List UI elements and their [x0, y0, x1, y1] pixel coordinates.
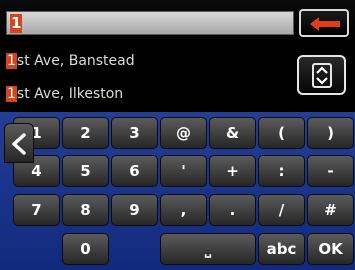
- key[interactable]: +: [209, 155, 256, 187]
- key[interactable]: &: [209, 117, 256, 149]
- chevron-up-down-icon: [316, 66, 328, 85]
- key[interactable]: @: [160, 117, 207, 149]
- key[interactable]: ': [160, 155, 207, 187]
- key[interactable]: 2: [62, 117, 109, 149]
- space-key[interactable]: ⎵: [160, 233, 256, 265]
- abc-key[interactable]: abc: [258, 233, 305, 265]
- scroll-frame: [312, 63, 332, 88]
- key[interactable]: -: [307, 155, 354, 187]
- result-item[interactable]: 1st Ave, Banstead: [6, 49, 276, 73]
- result-label: st Ave, Banstead: [16, 53, 135, 69]
- results-list: 1st Ave, Banstead 1st Ave, Ilkeston: [0, 44, 355, 112]
- ok-button[interactable]: OK: [307, 233, 354, 265]
- key[interactable]: 6: [111, 155, 158, 187]
- result-match: 1: [6, 86, 17, 102]
- back-button[interactable]: [4, 123, 34, 163]
- key[interactable]: 5: [62, 155, 109, 187]
- search-input[interactable]: 1: [6, 11, 294, 35]
- left-arrow-icon: [310, 17, 340, 31]
- key[interactable]: 9: [111, 194, 158, 226]
- search-bar: 1: [0, 0, 355, 44]
- key[interactable]: (: [258, 117, 305, 149]
- key[interactable]: #: [307, 194, 354, 226]
- result-label: st Ave, Ilkeston: [16, 86, 124, 102]
- typed-text: 1: [10, 14, 23, 33]
- result-match: 1: [6, 53, 17, 69]
- key[interactable]: 7: [13, 194, 60, 226]
- key[interactable]: :: [258, 155, 305, 187]
- chevron-left-icon: [12, 133, 26, 155]
- backspace-button[interactable]: [299, 9, 349, 37]
- key[interactable]: 8: [62, 194, 109, 226]
- key[interactable]: ): [307, 117, 354, 149]
- scroll-button[interactable]: [297, 55, 346, 95]
- key[interactable]: .: [209, 194, 256, 226]
- key[interactable]: ,: [160, 194, 207, 226]
- key[interactable]: /: [258, 194, 305, 226]
- key[interactable]: 3: [111, 117, 158, 149]
- keyboard: 1 2 3 @ & ( ) 4 5 6 ' + : - 7 8 9 , . / …: [0, 112, 355, 270]
- key-zero[interactable]: 0: [62, 233, 109, 265]
- result-item[interactable]: 1st Ave, Ilkeston: [6, 82, 276, 106]
